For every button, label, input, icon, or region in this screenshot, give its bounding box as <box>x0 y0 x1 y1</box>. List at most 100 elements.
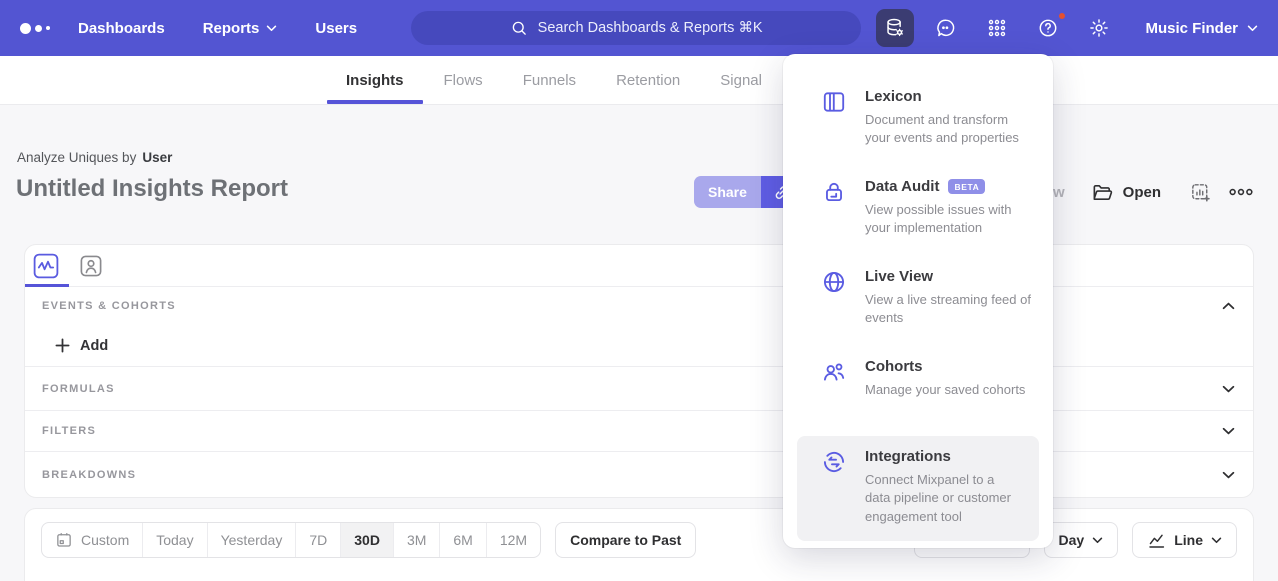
events-cohorts-label: EVENTS & COHORTS <box>42 300 176 312</box>
add-to-board-button[interactable] <box>1189 181 1212 204</box>
message-bubble-icon <box>935 17 957 39</box>
gear-icon <box>1088 17 1110 39</box>
chevron-down-icon[interactable] <box>1222 385 1235 393</box>
chevron-down-icon <box>1211 537 1222 544</box>
tab-signal[interactable]: Signal <box>720 56 762 104</box>
breakdowns-label: BREAKDOWNS <box>42 469 136 481</box>
nav-item-users-label: Users <box>315 20 357 37</box>
tab-insights[interactable]: Insights <box>346 56 404 104</box>
range-6m-button[interactable]: 6M <box>440 523 486 557</box>
data-management-menu: Lexicon Document and transform your even… <box>783 54 1053 548</box>
date-range-toolbar: Custom Today Yesterday 7D 30D 3M 6M 12M … <box>41 522 1237 558</box>
report-tabbar: Insights Flows Funnels Retention Signal … <box>0 56 1278 105</box>
range-3m-button[interactable]: 3M <box>394 523 440 557</box>
more-menu-button[interactable] <box>1228 186 1254 198</box>
project-switcher[interactable]: Music Finder <box>1145 20 1258 37</box>
help-button[interactable] <box>1029 9 1067 47</box>
menu-item-title: Live View <box>865 268 1033 285</box>
nav-item-reports-label: Reports <box>203 20 260 37</box>
range-yesterday-button[interactable]: Yesterday <box>208 523 297 557</box>
report-actions: New Open <box>1034 176 1254 208</box>
feedback-button[interactable] <box>927 9 965 47</box>
board-add-icon <box>1189 181 1212 204</box>
search-icon <box>510 19 528 37</box>
events-cohorts-section-header[interactable]: EVENTS & COHORTS <box>25 287 1253 325</box>
nav-actions: Music Finder <box>876 9 1258 47</box>
settings-button[interactable] <box>1080 9 1118 47</box>
nav-item-dashboards-label: Dashboards <box>78 20 165 37</box>
help-icon <box>1037 17 1059 39</box>
chevron-down-icon[interactable] <box>1222 471 1235 479</box>
menu-item-description: View possible issues with your implement… <box>865 201 1033 238</box>
menu-item-description: Manage your saved cohorts <box>865 381 1025 399</box>
nav-item-users[interactable]: Users <box>315 20 357 37</box>
menu-item-description: Connect Mixpanel to a data pipeline or c… <box>865 471 1019 526</box>
filters-label: FILTERS <box>42 425 96 437</box>
menu-item-title: Data Audit BETA <box>865 178 1033 195</box>
menu-item-title: Integrations <box>865 448 1019 465</box>
range-custom-label: Custom <box>81 532 129 548</box>
range-12m-button[interactable]: 12M <box>487 523 540 557</box>
breakdowns-section-header[interactable]: BREAKDOWNS <box>25 451 1253 497</box>
ellipsis-icon <box>1228 186 1254 198</box>
data-management-button[interactable] <box>876 9 914 47</box>
menu-item-lexicon[interactable]: Lexicon Document and transform your even… <box>783 76 1053 166</box>
add-event-button[interactable]: Add <box>25 325 1253 366</box>
mixpanel-logo-icon[interactable] <box>20 23 66 34</box>
cohorts-icon <box>821 358 847 424</box>
query-builder-card: EVENTS & COHORTS Add FORMULAS FILTERS BR… <box>24 244 1254 498</box>
chevron-down-icon <box>1247 25 1258 32</box>
menu-item-description: View a live streaming feed of events <box>865 291 1033 328</box>
open-report-button[interactable]: Open <box>1091 181 1161 204</box>
tab-flows[interactable]: Flows <box>444 56 483 104</box>
analyze-value[interactable]: User <box>142 150 172 165</box>
breadcrumb: Analyze Uniques by User <box>0 105 1278 165</box>
share-button[interactable]: Share <box>694 176 761 208</box>
menu-item-live-view[interactable]: Live View View a live streaming feed of … <box>783 256 1053 346</box>
menu-item-cohorts[interactable]: Cohorts Manage your saved cohorts <box>783 346 1053 436</box>
database-gear-icon <box>884 17 906 39</box>
range-30d-button[interactable]: 30D <box>341 523 394 557</box>
formulas-label: FORMULAS <box>42 383 115 395</box>
line-chart-icon <box>1147 531 1166 550</box>
menu-item-data-audit[interactable]: Data Audit BETA View possible issues wit… <box>783 166 1053 256</box>
globe-icon <box>821 268 847 334</box>
range-today-button[interactable]: Today <box>143 523 207 557</box>
tab-retention[interactable]: Retention <box>616 56 680 104</box>
menu-item-description: Document and transform your events and p… <box>865 111 1033 148</box>
compare-to-past-button[interactable]: Compare to Past <box>555 522 696 558</box>
chevron-down-icon[interactable] <box>1222 427 1235 435</box>
active-tab-underline <box>25 284 69 287</box>
app-screen: Dashboards Reports Users Search Dashboar… <box>0 0 1278 581</box>
lexicon-icon <box>821 88 847 154</box>
calendar-icon <box>55 531 73 549</box>
menu-item-integrations[interactable]: Integrations Connect Mixpanel to a data … <box>797 436 1039 541</box>
analyze-label: Analyze Uniques by <box>17 150 136 165</box>
range-7d-button[interactable]: 7D <box>296 523 341 557</box>
grid-dots-icon <box>986 17 1008 39</box>
tab-funnels[interactable]: Funnels <box>523 56 576 104</box>
add-label: Add <box>80 338 108 354</box>
menu-item-title: Cohorts <box>865 358 1025 375</box>
nav-item-dashboards[interactable]: Dashboards <box>78 20 165 37</box>
notification-dot <box>1057 11 1067 21</box>
folder-icon <box>1091 181 1114 204</box>
apps-grid-button[interactable] <box>978 9 1016 47</box>
beta-badge: BETA <box>948 179 985 194</box>
range-custom-button[interactable]: Custom <box>42 523 143 557</box>
formulas-section-header[interactable]: FORMULAS <box>25 366 1253 410</box>
profiles-view-tab[interactable] <box>79 254 103 278</box>
events-view-tab[interactable] <box>33 253 59 279</box>
filters-section-header[interactable]: FILTERS <box>25 410 1253 451</box>
nav-item-reports[interactable]: Reports <box>203 20 278 37</box>
search-input[interactable]: Search Dashboards & Reports ⌘K <box>411 11 861 45</box>
interval-select[interactable]: Day <box>1044 522 1119 558</box>
chevron-down-icon <box>1092 537 1103 544</box>
chart-type-label: Line <box>1174 532 1203 548</box>
plus-icon <box>55 338 70 353</box>
interval-label: Day <box>1059 532 1085 548</box>
chevron-up-icon[interactable] <box>1222 302 1235 310</box>
date-range-segmented-control: Custom Today Yesterday 7D 30D 3M 6M 12M <box>41 522 541 558</box>
chart-type-select[interactable]: Line <box>1132 522 1237 558</box>
builder-view-tabs <box>25 245 1253 287</box>
